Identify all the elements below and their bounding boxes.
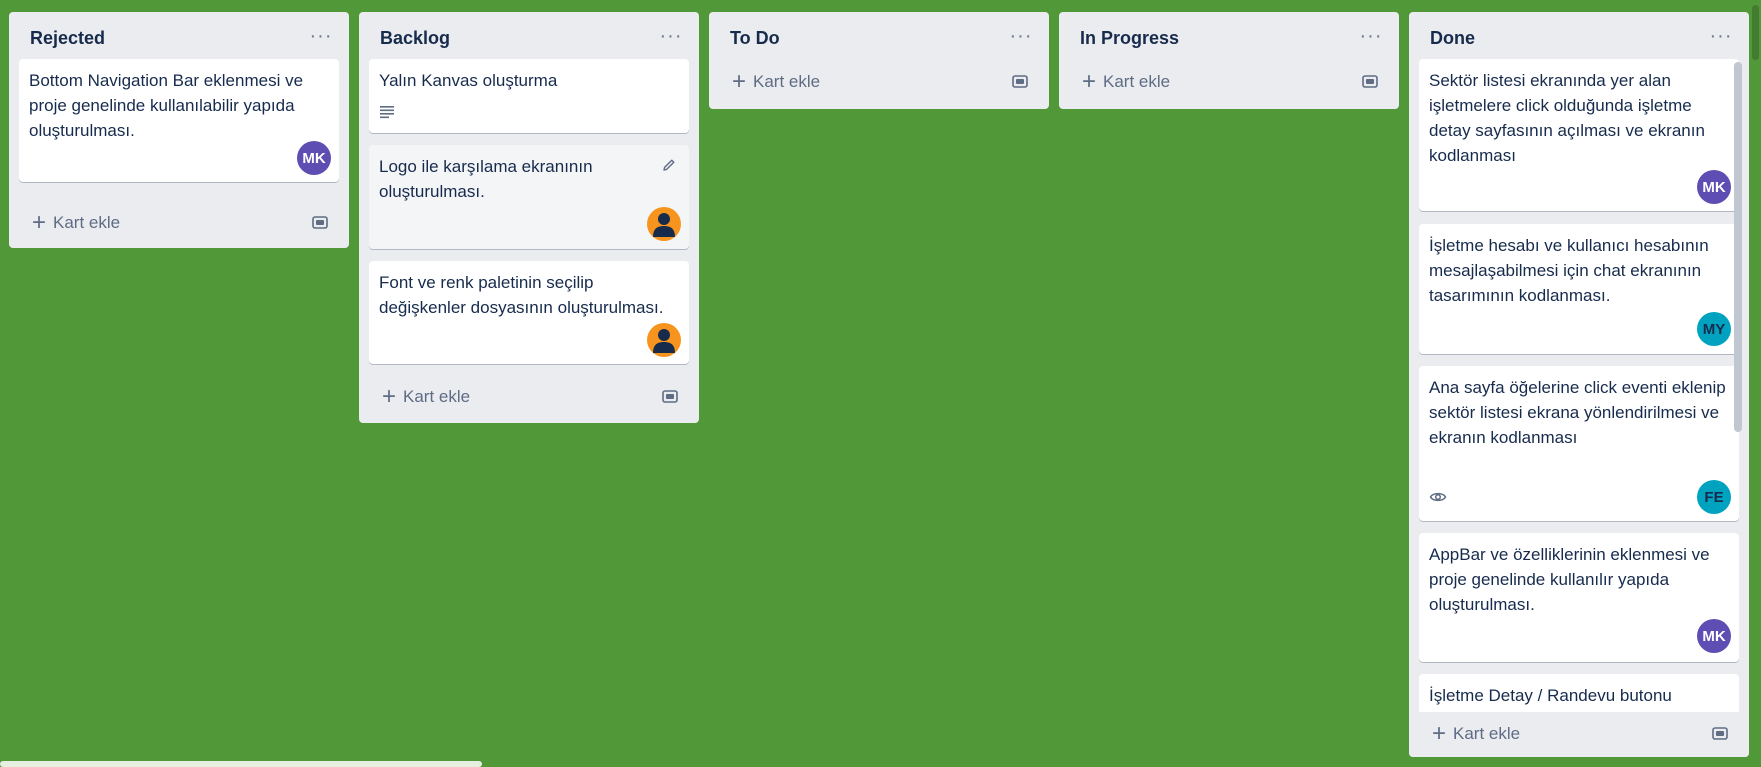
plus-icon: + [732,68,747,95]
list-to-do: To Do ··· + Kart ekle [709,12,1049,109]
list-scrollbar[interactable] [1734,62,1742,722]
add-card-button[interactable]: + Kart ekle [369,379,689,415]
card-template-icon[interactable] [311,214,329,232]
list-title[interactable]: To Do [730,28,780,49]
list-header[interactable]: Done ··· [1409,12,1749,62]
card-title: İşletme hesabı ve kullanıcı hesabının me… [1429,236,1709,305]
page-scrollbar[interactable] [1750,0,1761,767]
person-icon[interactable] [647,207,681,241]
list-header[interactable]: Rejected ··· [9,12,349,62]
card-template-icon[interactable] [1361,73,1379,91]
add-card-label: Kart ekle [1453,724,1521,743]
add-card-button[interactable]: + Kart ekle [19,205,339,241]
more-horizontal-icon[interactable]: ··· [1707,22,1735,50]
card-title: Yalın Kanvas oluşturma [379,71,558,90]
plus-icon: + [32,209,47,236]
card[interactable]: İşletme hesabı ve kullanıcı hesabının me… [1419,224,1739,354]
list-header[interactable]: Backlog ··· [359,12,699,62]
card-title: Logo ile karşılama ekranının oluşturulma… [379,157,593,201]
avatar[interactable]: MK [1697,619,1731,653]
avatar[interactable]: MK [297,141,331,175]
list-done: Done ··· Sektör listesi ekranında yer al… [1409,12,1749,757]
person-icon[interactable] [647,323,681,357]
card[interactable]: Font ve renk paletinin seçilip değişkenl… [369,261,689,364]
list-title[interactable]: Backlog [380,28,450,49]
list-header[interactable]: In Progress ··· [1059,12,1399,62]
list-title[interactable]: Rejected [30,28,105,49]
card-title: Bottom Navigation Bar eklenmesi ve proje… [29,71,304,140]
card-title: Sektör listesi ekranında yer alan işletm… [1429,71,1705,165]
list-title[interactable]: In Progress [1080,28,1179,49]
list-backlog: Backlog ··· Yalın Kanvas oluşturma Logo … [359,12,699,423]
more-horizontal-icon[interactable]: ··· [657,22,685,50]
card-title: Font ve renk paletinin seçilip değişkenl… [379,273,664,317]
more-horizontal-icon[interactable]: ··· [307,22,335,50]
avatar[interactable]: FE [1697,480,1731,514]
card[interactable]: Ana sayfa öğelerine click eventi eklenip… [1419,366,1739,521]
eye-icon [1429,492,1447,502]
card-title: Ana sayfa öğelerine click eventi eklenip… [1429,378,1726,447]
edit-pencil-icon[interactable] [661,157,677,173]
card[interactable]: Bottom Navigation Bar eklenmesi ve proje… [19,59,339,182]
list-header[interactable]: To Do ··· [709,12,1049,62]
avatar[interactable]: MK [1697,170,1731,204]
card-template-icon[interactable] [1711,725,1729,743]
list-in-progress: In Progress ··· + Kart ekle [1059,12,1399,109]
plus-icon: + [1082,68,1097,95]
add-card-button[interactable]: + Kart ekle [1069,64,1389,100]
description-icon [380,106,394,119]
card[interactable]: Sektör listesi ekranında yer alan işletm… [1419,59,1739,211]
add-card-button[interactable]: + Kart ekle [719,64,1039,100]
plus-icon: + [382,383,397,410]
add-card-label: Kart ekle [1103,72,1171,91]
card-title: AppBar ve özelliklerinin eklenmesi ve pr… [1429,545,1710,614]
board: Rejected ··· Bottom Navigation Bar eklen… [0,0,1761,767]
list-title[interactable]: Done [1430,28,1475,49]
card-title: İşletme Detay / Randevu butonu [1429,686,1672,705]
plus-icon: + [1432,720,1447,747]
more-horizontal-icon[interactable]: ··· [1007,22,1035,50]
add-card-button[interactable]: + Kart ekle [1419,716,1739,752]
add-card-label: Kart ekle [753,72,821,91]
card[interactable]: Logo ile karşılama ekranının oluşturulma… [369,145,689,249]
card-template-icon[interactable] [1011,73,1029,91]
list-footer: + Kart ekle [1409,712,1749,757]
more-horizontal-icon[interactable]: ··· [1357,22,1385,50]
add-card-label: Kart ekle [53,213,121,232]
add-card-label: Kart ekle [403,387,471,406]
card[interactable]: AppBar ve özelliklerinin eklenmesi ve pr… [1419,533,1739,662]
avatar[interactable]: MY [1697,312,1731,346]
page-scrollbar-thumb[interactable] [1752,5,1759,60]
card[interactable]: Yalın Kanvas oluşturma [369,59,689,133]
card-template-icon[interactable] [661,388,679,406]
list-rejected: Rejected ··· Bottom Navigation Bar eklen… [9,12,349,248]
list-scrollbar-thumb[interactable] [1734,62,1742,432]
board-horizontal-scrollbar[interactable] [0,761,482,767]
